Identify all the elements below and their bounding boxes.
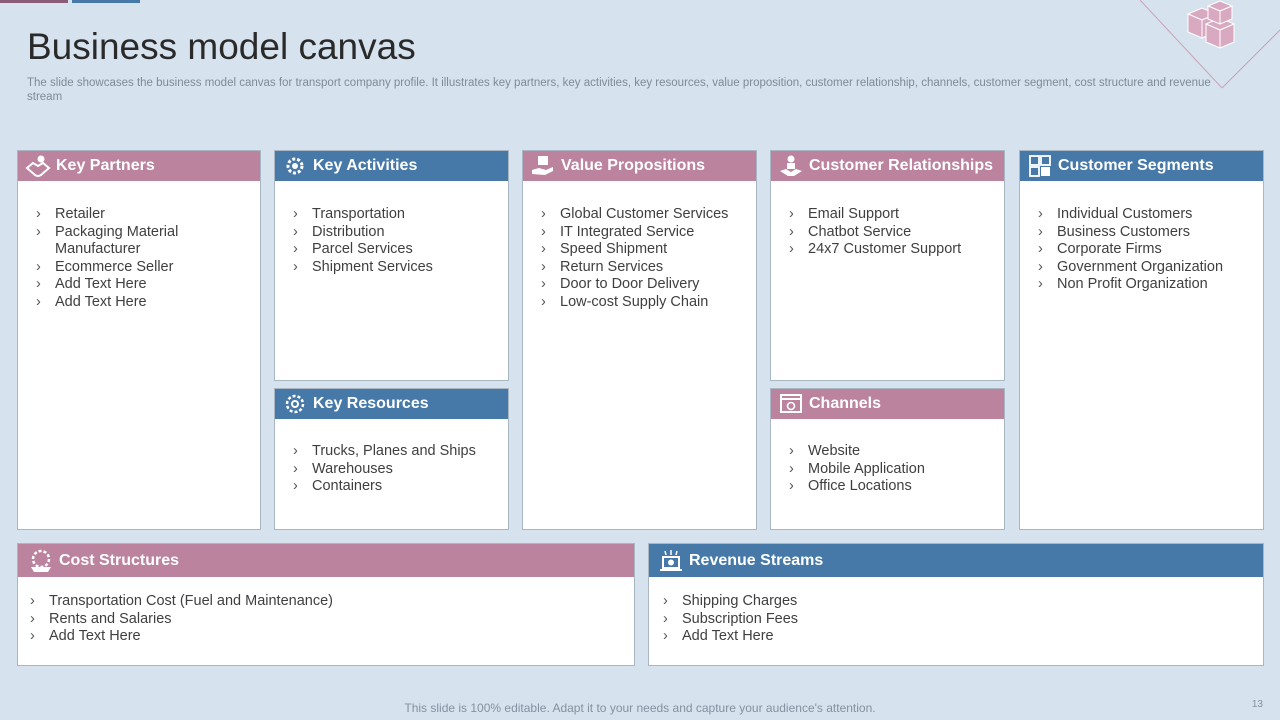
web-channels-icon xyxy=(777,391,805,417)
channels-header: Channels xyxy=(771,389,1004,422)
list-item: 24x7 Customer Support xyxy=(789,241,998,259)
revenue-streams-title: Revenue Streams xyxy=(689,551,824,569)
list-item: Rents and Salaries xyxy=(30,611,628,629)
list-item: Individual Customers xyxy=(1038,206,1257,224)
value-propositions-header: Value Propositions xyxy=(523,151,756,184)
list-item: Website xyxy=(789,443,998,461)
cost-structures-header: Cost Structures xyxy=(18,544,634,580)
key-partners-list: Retailer Packaging Material Manufacturer… xyxy=(36,206,254,312)
list-item: Add Text Here xyxy=(36,294,254,312)
list-item: Packaging Material Manufacturer xyxy=(36,224,254,259)
value-propositions-title: Value Propositions xyxy=(561,157,706,174)
revenue-streams-header: Revenue Streams xyxy=(649,544,1263,580)
list-item: Retailer xyxy=(36,206,254,224)
key-resources-title: Key Resources xyxy=(313,395,429,412)
page-title: Business model canvas xyxy=(27,26,416,67)
revenue-streams-card: Revenue Streams Shipping Charges Subscri… xyxy=(648,543,1264,666)
list-item: Non Profit Organization xyxy=(1038,276,1257,294)
customer-segments-title: Customer Segments xyxy=(1058,157,1214,174)
channels-card: Channels Website Mobile Application Offi… xyxy=(770,388,1005,530)
channels-list: Website Mobile Application Office Locati… xyxy=(789,443,998,496)
list-item: Global Customer Services xyxy=(541,206,750,224)
key-activities-card: Key Activities Transportation Distributi… xyxy=(274,150,509,381)
footer-note: This slide is 100% editable. Adapt it to… xyxy=(404,701,876,715)
list-item: Add Text Here xyxy=(36,276,254,294)
customer-relationships-title: Customer Relationships xyxy=(809,157,994,174)
list-item: Containers xyxy=(293,478,502,496)
key-activities-header: Key Activities xyxy=(275,151,508,184)
value-propositions-card: Value Propositions Global Customer Servi… xyxy=(522,150,757,530)
list-item: Add Text Here xyxy=(663,628,1257,646)
list-item: Chatbot Service xyxy=(789,224,998,242)
list-item: Add Text Here xyxy=(30,628,628,646)
key-partners-title: Key Partners xyxy=(56,157,155,174)
list-item: Transportation Cost (Fuel and Maintenanc… xyxy=(30,593,628,611)
value-propositions-list: Global Customer Services IT Integrated S… xyxy=(541,206,750,312)
key-resources-header: Key Resources xyxy=(275,389,508,422)
gear-network-icon xyxy=(281,391,309,417)
key-partners-header: Key Partners xyxy=(18,151,260,184)
revenue-laptop-icon xyxy=(657,548,685,574)
channels-title: Channels xyxy=(809,395,882,412)
list-item: Email Support xyxy=(789,206,998,224)
revenue-streams-list: Shipping Charges Subscription Fees Add T… xyxy=(663,593,1257,646)
list-item: Mobile Application xyxy=(789,461,998,479)
gear-icon xyxy=(281,153,309,179)
key-resources-card: Key Resources Trucks, Planes and Ships W… xyxy=(274,388,509,530)
cost-structures-list: Transportation Cost (Fuel and Maintenanc… xyxy=(30,593,628,646)
cost-gear-icon xyxy=(27,548,55,574)
key-resources-list: Trucks, Planes and Ships Warehouses Cont… xyxy=(293,443,502,496)
list-item: Low-cost Supply Chain xyxy=(541,294,750,312)
top-accent-bar-blue xyxy=(72,0,140,3)
list-item: Shipping Charges xyxy=(663,593,1257,611)
page-number: 13 xyxy=(1251,699,1263,710)
hand-box-icon xyxy=(529,153,557,179)
customer-segments-card: Customer Segments Individual Customers B… xyxy=(1019,150,1264,530)
list-item: Transportation xyxy=(293,206,502,224)
list-item: Door to Door Delivery xyxy=(541,276,750,294)
list-item: Business Customers xyxy=(1038,224,1257,242)
customer-relationships-list: Email Support Chatbot Service 24x7 Custo… xyxy=(789,206,998,259)
customer-relationships-card: Customer Relationships Email Support Cha… xyxy=(770,150,1005,381)
list-item: Distribution xyxy=(293,224,502,242)
key-activities-title: Key Activities xyxy=(313,157,418,174)
list-item: Warehouses xyxy=(293,461,502,479)
list-item: Parcel Services xyxy=(293,241,502,259)
segments-grid-icon xyxy=(1026,153,1054,179)
person-handshake-icon xyxy=(777,153,805,179)
list-item: Trucks, Planes and Ships xyxy=(293,443,502,461)
customer-segments-list: Individual Customers Business Customers … xyxy=(1038,206,1257,294)
customer-segments-header: Customer Segments xyxy=(1020,151,1263,184)
list-item: Return Services xyxy=(541,259,750,277)
list-item: Office Locations xyxy=(789,478,998,496)
key-partners-card: Key Partners Retailer Packaging Material… xyxy=(17,150,261,530)
cost-structures-title: Cost Structures xyxy=(59,551,180,569)
list-item: Ecommerce Seller xyxy=(36,259,254,277)
list-item: Corporate Firms xyxy=(1038,241,1257,259)
list-item: Shipment Services xyxy=(293,259,502,277)
list-item: Government Organization xyxy=(1038,259,1257,277)
key-activities-list: Transportation Distribution Parcel Servi… xyxy=(293,206,502,276)
page-subtitle: The slide showcases the business model c… xyxy=(27,77,1211,103)
handshake-heart-icon xyxy=(24,153,52,179)
cost-structures-card: Cost Structures Transportation Cost (Fue… xyxy=(17,543,635,666)
list-item: Subscription Fees xyxy=(663,611,1257,629)
list-item: IT Integrated Service xyxy=(541,224,750,242)
top-accent-bar-pink xyxy=(0,0,68,3)
list-item: Speed Shipment xyxy=(541,241,750,259)
customer-relationships-header: Customer Relationships xyxy=(771,151,1004,184)
